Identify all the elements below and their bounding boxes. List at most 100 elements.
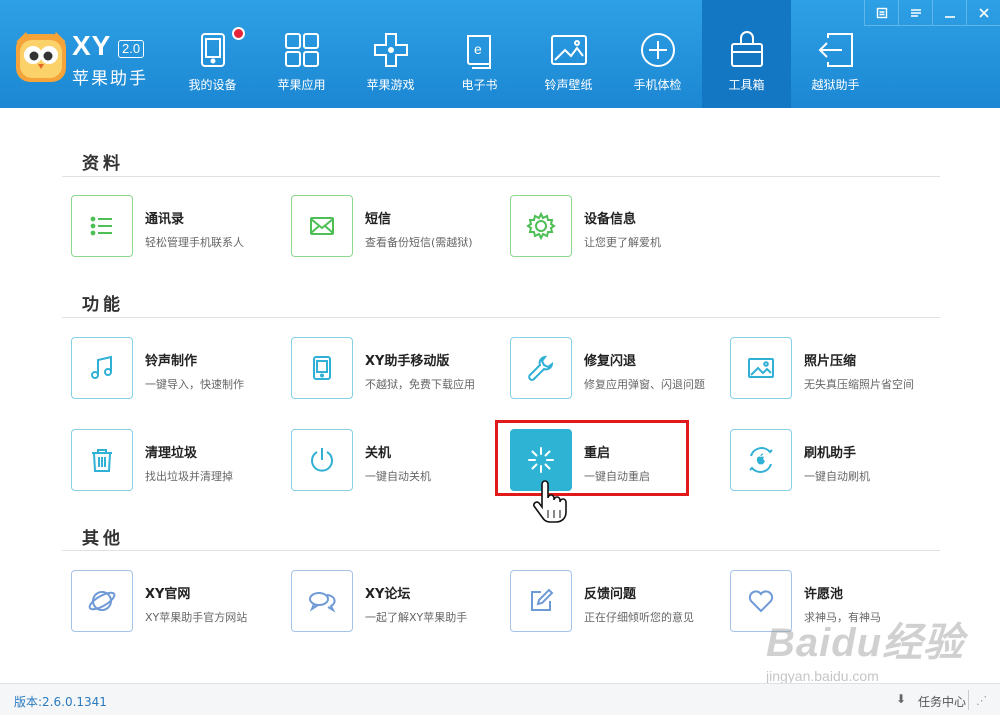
tile-icon-box	[510, 195, 572, 257]
tool-repair-crash[interactable]: 修复闪退 修复应用弹窗、闪退问题	[500, 337, 705, 401]
tile-title: XY官网	[145, 587, 191, 602]
tile-icon-box	[291, 337, 353, 399]
nav-label: 越狱助手	[811, 78, 860, 92]
tool-feedback[interactable]: 反馈问题 正在仔细倾听您的意见	[500, 570, 700, 634]
notification-badge	[232, 27, 245, 40]
tile-title: XY论坛	[365, 587, 411, 602]
tile-desc: 正在仔细倾听您的意见	[584, 611, 694, 624]
image-icon	[748, 358, 774, 378]
nav-my-device[interactable]: 我的设备	[168, 0, 257, 108]
tile-desc: XY苹果助手官方网站	[145, 611, 248, 624]
tool-flash-assistant[interactable]: 刷机助手 一键自动刷机	[720, 429, 920, 493]
power-icon	[311, 448, 333, 472]
tool-mobile-version[interactable]: XY助手移动版 不越狱，免费下载应用	[281, 337, 481, 401]
svg-text:e: e	[474, 41, 482, 57]
brand-logo-text: XY	[72, 30, 112, 61]
planet-icon	[88, 591, 116, 611]
tile-desc: 找出垃圾并清理掉	[145, 470, 233, 483]
nav-ebook[interactable]: e 电子书	[435, 0, 524, 108]
tile-title: 通讯录	[145, 212, 185, 227]
envelope-icon	[310, 217, 334, 235]
tile-desc: 一键自动刷机	[804, 470, 870, 483]
window-controls	[864, 0, 1000, 26]
nav-apple-games[interactable]: 苹果游戏	[346, 0, 435, 108]
nav-label: 电子书	[461, 78, 498, 92]
nav-apple-apps[interactable]: 苹果应用	[257, 0, 346, 108]
tile-title: 照片压缩	[804, 354, 857, 369]
tile-title: 短信	[365, 212, 392, 227]
tile-desc: 求神马，有神马	[804, 611, 881, 624]
nav-label: 我的设备	[188, 78, 237, 92]
download-arrow-icon: ⬇	[896, 692, 907, 706]
tablet-icon	[200, 33, 225, 67]
owl-logo-icon	[16, 32, 66, 82]
gear-icon	[526, 211, 556, 241]
music-note-icon	[91, 355, 112, 379]
tool-photo-compress[interactable]: 照片压缩 无失真压缩照片省空间	[720, 337, 920, 401]
nav-toolbox[interactable]: 工具箱	[702, 0, 791, 108]
trash-icon	[92, 449, 112, 472]
jailbreak-icon	[818, 33, 853, 67]
tile-icon-box	[730, 337, 792, 399]
tile-title: 清理垃圾	[145, 446, 198, 461]
tile-icon-box	[510, 337, 572, 399]
version-label: 版本:2.6.0.1341	[14, 695, 107, 709]
tile-title: 许愿池	[804, 587, 844, 602]
tool-contacts[interactable]: 通讯录 轻松管理手机联系人	[61, 195, 261, 259]
nav-ringtone-wallpaper[interactable]: 铃声壁纸	[524, 0, 613, 108]
resize-grip-icon[interactable]: ⋰	[976, 694, 987, 707]
tile-title: XY助手移动版	[365, 354, 450, 369]
tool-device-info[interactable]: 设备信息 让您更了解爱机	[500, 195, 700, 259]
tile-desc: 一键导入，快速制作	[145, 378, 244, 391]
close-button[interactable]	[966, 0, 1000, 26]
tool-wishing-well[interactable]: 许愿池 求神马，有神马	[720, 570, 920, 634]
tool-official-site[interactable]: XY官网 XY苹果助手官方网站	[61, 570, 261, 634]
minimize-icon	[944, 15, 955, 18]
edit-icon	[531, 588, 554, 611]
section-divider	[62, 317, 940, 318]
section-title-functions: 功能	[82, 295, 124, 315]
close-icon	[978, 7, 989, 18]
task-center-button[interactable]: 任务中心	[918, 693, 966, 710]
tool-forum[interactable]: XY论坛 一起了解XY苹果助手	[281, 570, 481, 634]
tile-title: 刷机助手	[804, 446, 857, 461]
tile-icon-box	[291, 195, 353, 257]
skin-button[interactable]	[864, 0, 898, 26]
tile-desc: 修复应用弹窗、闪退问题	[584, 378, 705, 391]
section-title-data: 资料	[82, 154, 124, 174]
tile-title: 反馈问题	[584, 587, 637, 602]
chat-bubbles-icon	[309, 592, 336, 613]
nav-label: 手机体检	[633, 78, 682, 92]
tool-clean-junk[interactable]: 清理垃圾 找出垃圾并清理掉	[61, 429, 261, 493]
nav-label: 工具箱	[728, 78, 765, 92]
tile-icon-box	[291, 570, 353, 632]
tile-desc: 轻松管理手机联系人	[145, 236, 244, 249]
menu-button[interactable]	[898, 0, 932, 26]
tile-icon-box	[71, 570, 133, 632]
apple-refresh-icon	[749, 447, 773, 473]
hand-cursor-icon	[533, 480, 567, 523]
nav-phone-checkup[interactable]: 手机体检	[613, 0, 702, 108]
tile-title: 设备信息	[584, 212, 637, 227]
minimize-button[interactable]	[932, 0, 966, 26]
tile-desc: 一键自动关机	[365, 470, 431, 483]
tool-shutdown[interactable]: 关机 一键自动关机	[281, 429, 481, 493]
nav-label: 铃声壁纸	[544, 78, 593, 92]
tile-icon-box	[510, 570, 572, 632]
tool-ringtone[interactable]: 铃声制作 一键导入，快速制作	[61, 337, 261, 401]
ebook-icon: e	[466, 35, 491, 69]
tool-sms[interactable]: 短信 查看备份短信(需越狱)	[281, 195, 481, 259]
divider	[968, 690, 969, 710]
tile-title: 铃声制作	[145, 354, 198, 369]
tile-title: 关机	[365, 446, 392, 461]
tile-desc: 无失真压缩照片省空间	[804, 378, 914, 391]
mobile-device-icon	[313, 356, 331, 380]
wrench-icon	[528, 355, 554, 381]
tile-icon-box	[730, 429, 792, 491]
tile-desc: 不越狱，免费下载应用	[365, 378, 475, 391]
tile-icon-box	[71, 337, 133, 399]
toolbox-icon	[730, 31, 763, 67]
tile-icon-box	[71, 429, 133, 491]
section-title-others: 其他	[82, 529, 124, 549]
wallpaper-icon	[550, 35, 587, 65]
